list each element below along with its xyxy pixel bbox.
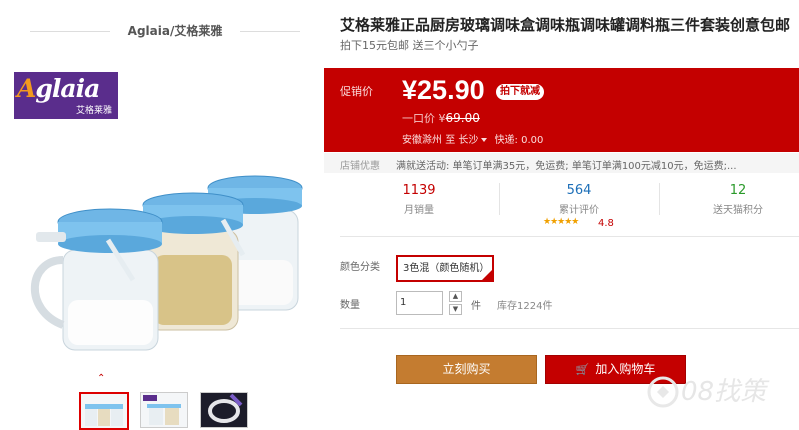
brand-title[interactable]: Aglaia/艾格莱雅 (110, 22, 240, 39)
divider (340, 328, 799, 329)
watermark: 08找策 (647, 376, 770, 408)
buy-now-button[interactable]: 立刻购买 (396, 355, 537, 384)
price-value: 25.90 (417, 75, 485, 105)
watermark-text: 08找策 (681, 377, 770, 407)
rating-score: 4.8 (598, 218, 614, 229)
cart-icon: 🛒 (575, 363, 590, 376)
quantity-unit: 件 (471, 301, 481, 312)
stat-label: 送天猫积分 (713, 205, 763, 216)
quantity-label: 数量 (340, 300, 360, 311)
stock-count: 库存1224件 (497, 301, 553, 312)
thumbnail[interactable] (79, 392, 129, 430)
stat-points: 12 送天猫积分 (658, 183, 799, 216)
original-price-label: 一口价 ¥ (402, 112, 446, 125)
discount-badge: 拍下就减 (496, 84, 544, 100)
logo-cn: 艾格莱雅 (75, 106, 112, 116)
currency-symbol: ¥ (402, 75, 418, 105)
divider (340, 236, 799, 237)
gallery-up-arrow[interactable]: ⌃ (97, 373, 105, 384)
coupon-label: 店铺优惠 (340, 161, 380, 172)
stat-label: 累计评价 (559, 205, 599, 216)
ship-to-label: 至 (445, 135, 456, 146)
product-subtitle: 拍下15元包邮 送三个小勺子 (340, 39, 479, 52)
stat-label: 月销量 (404, 205, 434, 216)
divider (240, 31, 300, 32)
ship-from: 安徽滁州 (402, 135, 442, 146)
promo-price: ¥25.90 (402, 75, 485, 106)
quantity-decrease-button[interactable]: ▼ (449, 304, 462, 315)
chevron-down-icon (481, 138, 488, 142)
original-price: 一口价 ¥69.00 (402, 110, 480, 126)
stat-value: 1139 (402, 183, 436, 198)
quantity-input[interactable]: 1 (396, 291, 443, 315)
express-fee: 快递: 0.00 (494, 135, 544, 146)
thumbnail[interactable] (200, 392, 248, 428)
ship-to-value: 长沙 (458, 135, 479, 146)
logo-text: Aglaia (17, 74, 100, 103)
stat-value: 564 (566, 183, 592, 198)
color-label: 颜色分类 (340, 262, 380, 273)
promo-label: 促销价 (340, 85, 373, 98)
divider (30, 31, 110, 32)
product-image[interactable] (8, 150, 318, 365)
price-panel (324, 68, 799, 152)
stat-value: 12 (729, 183, 747, 198)
coupon-text[interactable]: 满就送活动: 单笔订单满35元，免运费; 单笔订单满100元减10元，免运费;.… (396, 157, 737, 172)
color-option[interactable]: 3色混（颜色随机） (396, 255, 494, 282)
selected-check-icon (482, 270, 492, 280)
thumbnail[interactable] (140, 392, 188, 428)
stat-monthly-sales: 1139 月销量 (339, 183, 499, 216)
brand-logo[interactable]: Aglaia 艾格莱雅 (14, 72, 118, 119)
rating-stars-icon: ★★★★★ (543, 217, 579, 227)
original-price-value: 69.00 (445, 111, 480, 125)
stat-reviews[interactable]: 564 累计评价 (499, 183, 659, 216)
quantity-increase-button[interactable]: ▲ (449, 291, 462, 302)
ship-to-select[interactable]: 长沙 (458, 135, 491, 146)
shipping-info: 安徽滁州 至 长沙 快递: 0.00 (402, 131, 543, 146)
color-option-text: 3色混（颜色随机） (403, 263, 490, 274)
product-title: 艾格莱雅正品厨房玻璃调味盒调味瓶调味罐调料瓶三件套装创意包邮 (340, 16, 791, 34)
